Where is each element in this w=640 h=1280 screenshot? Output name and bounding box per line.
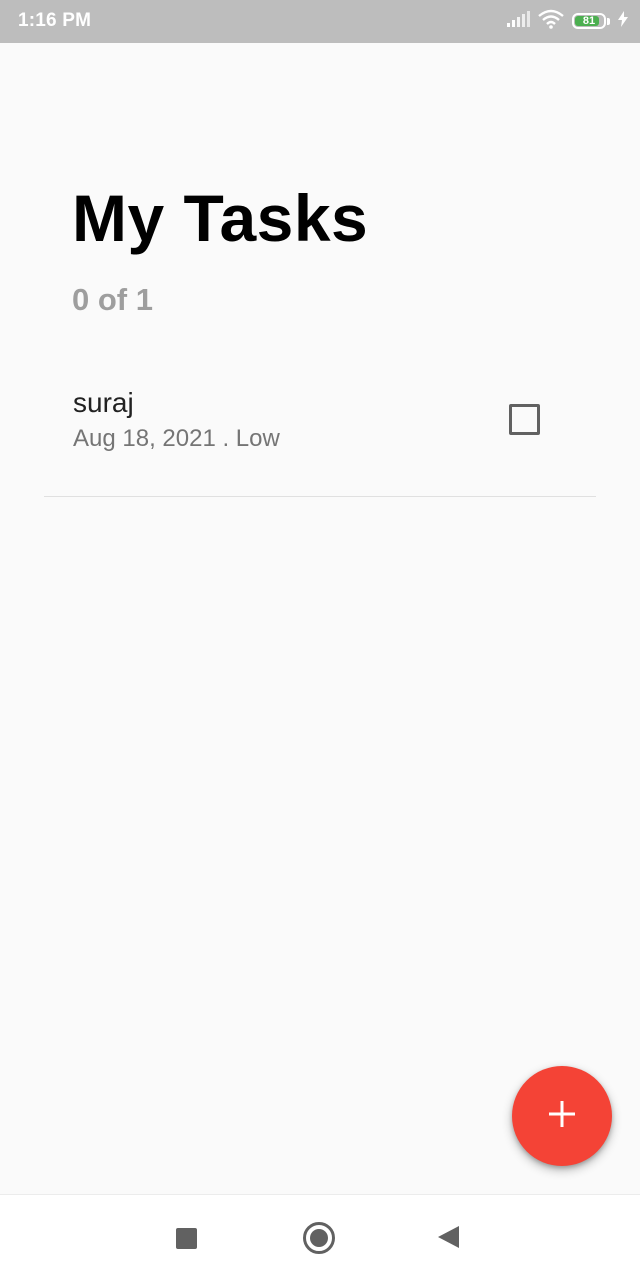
battery-icon: 81	[572, 13, 606, 29]
battery-nub	[607, 17, 610, 25]
task-count: 0 of 1	[72, 282, 153, 317]
task-item[interactable]: suraj Aug 18, 2021 . Low	[44, 368, 596, 497]
back-triangle-icon[interactable]	[438, 1226, 459, 1248]
status-time: 1:16 PM	[18, 10, 92, 31]
add-task-button[interactable]	[512, 1066, 612, 1166]
task-meta: Aug 18, 2021 . Low	[73, 425, 280, 452]
plus-icon	[547, 1099, 577, 1134]
home-circle-icon[interactable]	[303, 1222, 335, 1254]
page-title: My Tasks	[72, 181, 369, 255]
charging-bolt-icon	[618, 10, 628, 32]
task-title: suraj	[73, 387, 134, 418]
task-checkbox[interactable]	[509, 404, 540, 435]
wifi-icon	[538, 9, 564, 34]
battery-level: 81	[582, 14, 596, 27]
system-nav-bar	[0, 1194, 640, 1280]
home-circle-inner	[310, 1229, 328, 1247]
status-bar: 1:16 PM 81	[0, 0, 640, 43]
signal-icon	[506, 10, 530, 33]
status-icons: 81	[506, 9, 628, 33]
recents-square-icon[interactable]	[176, 1228, 197, 1249]
